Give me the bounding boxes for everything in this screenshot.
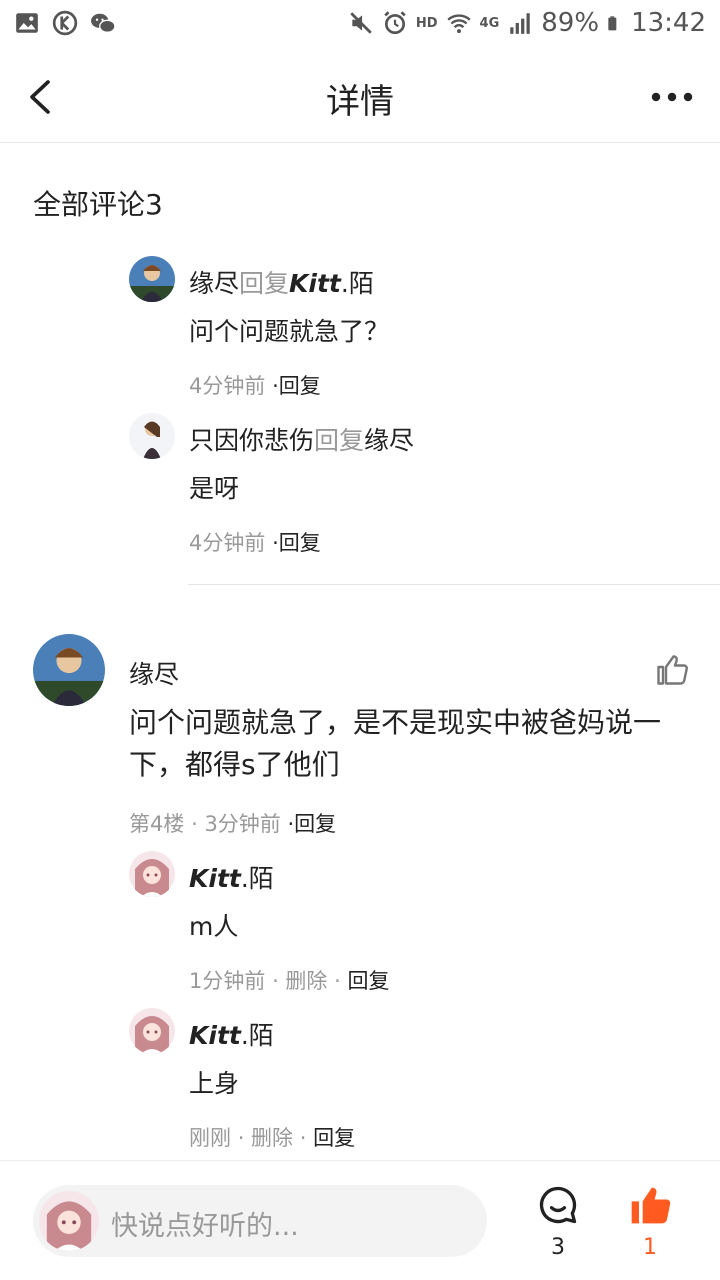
reply-text: 是呀 <box>189 474 240 503</box>
sub-reply-time: 刚刚 <box>189 1126 231 1150</box>
all-comments-title: 全部评论3 <box>33 188 163 221</box>
reply-time: 4分钟前 <box>189 531 266 555</box>
sub-reply-text: 上身 <box>189 1069 240 1098</box>
avatar[interactable] <box>129 413 175 459</box>
status-bar: HD 4G 89% 13:42 <box>0 0 720 50</box>
comment-time: 3分钟前 <box>204 812 281 836</box>
network-gen: 4G <box>479 15 500 31</box>
comment-author[interactable]: 缘尽 <box>129 655 179 691</box>
reply-text: 问个问题就急了？ <box>189 317 390 346</box>
floor-number: 第4楼 <box>129 812 185 836</box>
reply-word: 回复 <box>239 269 290 298</box>
avatar[interactable] <box>129 256 175 302</box>
bottom-bar: 快说点好听的... 3 1 <box>0 1160 720 1280</box>
avatar <box>39 1191 99 1251</box>
reply-author[interactable]: 只因你悲伤 <box>189 426 314 455</box>
reply-target[interactable]: 缘尽 <box>364 426 414 455</box>
sub-reply-author-suffix: .陌 <box>240 864 274 893</box>
reply-author-line: 缘尽回复Kitt.陌 <box>189 264 374 300</box>
reply-author[interactable]: 缘尽 <box>189 269 239 298</box>
reply-meta: 4分钟前 ·回复 <box>189 370 321 400</box>
sub-reply-author-name[interactable]: Kitt <box>189 864 241 893</box>
wifi-icon <box>446 14 471 34</box>
sub-reply-author: Kitt.陌 <box>189 1016 274 1052</box>
battery-icon <box>608 16 617 31</box>
alarm-icon <box>384 11 406 35</box>
sub-reply-author-suffix: .陌 <box>240 1021 274 1050</box>
sub-reply-text: m人 <box>189 912 239 941</box>
sub-reply-meta: 1分钟前 · 删除 · 回复 <box>189 965 389 995</box>
reply-time: 4分钟前 <box>189 374 266 398</box>
reply-target-suffix: .陌 <box>340 269 374 298</box>
sub-reply-meta: 刚刚 · 删除 · 回复 <box>189 1122 355 1152</box>
page-title: 详情 <box>326 82 394 122</box>
delete-button[interactable]: · 删除 · <box>238 1126 307 1150</box>
reply-button[interactable]: 回复 <box>347 969 389 993</box>
more-options-icon[interactable] <box>650 82 694 112</box>
comment-input-placeholder: 快说点好听的... <box>111 1211 299 1242</box>
like-count: 1 <box>643 1235 657 1260</box>
sub-reply-author: Kitt.陌 <box>189 859 274 895</box>
comment-text: 问个问题就急了，是不是现实中被爸妈说一下，都得s了他们 <box>129 706 662 781</box>
comment-count: 3 <box>551 1235 565 1260</box>
reply-button[interactable]: ·回复 <box>272 374 321 398</box>
avatar[interactable] <box>129 1008 175 1054</box>
avatar[interactable] <box>33 634 105 706</box>
hd-badge: HD <box>415 15 438 31</box>
reply-meta: 4分钟前 ·回复 <box>189 527 321 557</box>
top-app-bar: 详情 <box>0 50 720 143</box>
reply-button[interactable]: ·回复 <box>272 531 321 555</box>
reply-button[interactable]: ·回复 <box>288 812 337 836</box>
battery-percent: 89% <box>541 8 600 38</box>
comment-icon[interactable] <box>536 1183 580 1227</box>
sub-reply-author-name[interactable]: Kitt <box>189 1021 241 1050</box>
reply-word: 回复 <box>314 426 365 455</box>
thumbs-up-filled-icon[interactable] <box>628 1183 672 1227</box>
thumbs-up-icon[interactable] <box>654 652 690 688</box>
reply-target[interactable]: Kitt <box>289 269 341 298</box>
mute-icon <box>350 12 372 34</box>
k-app-icon <box>52 10 78 36</box>
comment-input[interactable]: 快说点好听的... <box>33 1185 487 1257</box>
comment-meta: 第4楼 · 3分钟前 ·回复 <box>129 808 336 838</box>
signal-icon <box>510 13 531 34</box>
clock: 13:42 <box>631 8 706 38</box>
divider <box>188 584 720 585</box>
avatar[interactable] <box>129 851 175 897</box>
wechat-icon <box>91 13 116 33</box>
gallery-icon <box>16 13 38 33</box>
delete-button[interactable]: · 删除 · <box>272 969 341 993</box>
reply-author-line: 只因你悲伤回复缘尽 <box>189 421 414 457</box>
meta-separator: · <box>191 812 198 836</box>
sub-reply-time: 1分钟前 <box>189 969 266 993</box>
reply-button[interactable]: 回复 <box>313 1126 355 1150</box>
